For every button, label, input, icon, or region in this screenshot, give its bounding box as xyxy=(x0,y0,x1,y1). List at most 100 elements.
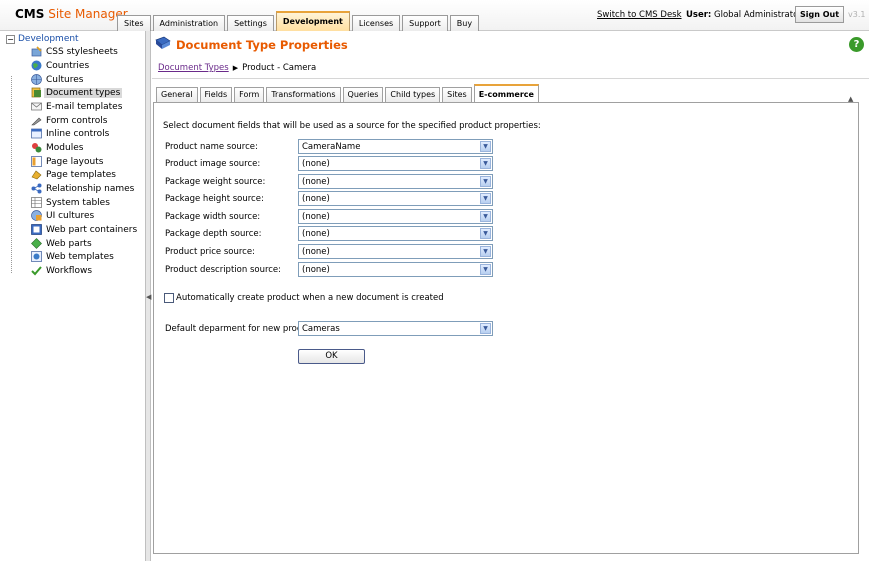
tree-item-label: CSS stylesheets xyxy=(46,46,118,57)
breadcrumb: Document Types ▶ Product - Camera xyxy=(158,63,316,73)
auto-create-label[interactable]: Automatically create product when a new … xyxy=(176,293,444,303)
ok-button[interactable]: OK xyxy=(298,349,365,364)
tab-general[interactable]: General xyxy=(156,87,198,102)
app-logo: CMS Site Manager xyxy=(15,7,128,21)
help-icon[interactable]: ? xyxy=(849,37,864,52)
product-price-source-select[interactable]: (none) ▼ xyxy=(298,244,493,259)
product-name-source-select[interactable]: CameraName ▼ xyxy=(298,139,493,154)
tree-item-label: Page templates xyxy=(46,169,116,180)
field-row-default-department: Default deparment for new product: Camer… xyxy=(165,321,505,337)
chevron-down-icon[interactable]: ▼ xyxy=(480,246,491,257)
tab-administration[interactable]: Administration xyxy=(152,15,226,31)
field-row-package-height: Package height source: (none) ▼ xyxy=(165,191,505,207)
collapse-tree-icon[interactable]: ◀ xyxy=(146,293,151,301)
package-width-source-select[interactable]: (none) ▼ xyxy=(298,209,493,224)
field-label: Package weight source: xyxy=(165,177,266,187)
chevron-down-icon[interactable]: ▼ xyxy=(480,228,491,239)
workflow-icon xyxy=(31,265,42,276)
chevron-down-icon[interactable]: ▼ xyxy=(480,211,491,222)
field-label: Package depth source: xyxy=(165,229,262,239)
tree-item-modules[interactable]: Modules xyxy=(31,141,85,154)
page-title: Document Type Properties xyxy=(176,38,348,52)
chevron-down-icon[interactable]: ▼ xyxy=(480,323,491,334)
tab-child-types[interactable]: Child types xyxy=(385,87,441,102)
tree-item-cultures[interactable]: Cultures xyxy=(31,73,85,86)
tab-sites[interactable]: Sites xyxy=(117,15,151,31)
module-icon xyxy=(31,142,42,153)
breadcrumb-arrow-icon: ▶ xyxy=(232,64,239,72)
tree-item-countries[interactable]: Countries xyxy=(31,59,91,72)
package-height-source-select[interactable]: (none) ▼ xyxy=(298,191,493,206)
tree-item-inline-controls[interactable]: Inline controls xyxy=(31,127,111,140)
chevron-down-icon[interactable]: ▼ xyxy=(480,141,491,152)
tree-item-web-templates[interactable]: Web templates xyxy=(31,250,116,263)
tree-item-web-parts[interactable]: Web parts xyxy=(31,237,94,250)
tab-transformations[interactable]: Transformations xyxy=(266,87,341,102)
tab-sites[interactable]: Sites xyxy=(442,87,472,102)
tree-item-label: Modules xyxy=(46,142,84,153)
tree-item-css-stylesheets[interactable]: CSS stylesheets xyxy=(31,45,120,58)
main-tabs: Sites Administration Settings Developmen… xyxy=(117,11,481,31)
field-label: Package width source: xyxy=(165,212,261,222)
tree-item-email-templates[interactable]: E-mail templates xyxy=(31,100,124,113)
tab-support[interactable]: Support xyxy=(402,15,448,31)
chevron-down-icon[interactable]: ▼ xyxy=(480,158,491,169)
field-label: Default deparment for new product: xyxy=(165,324,319,334)
tree-item-label: Web parts xyxy=(46,238,92,249)
tab-fields[interactable]: Fields xyxy=(199,87,233,102)
package-depth-source-select[interactable]: (none) ▼ xyxy=(298,226,493,241)
document-type-icon xyxy=(31,87,42,98)
chevron-down-icon[interactable]: ▼ xyxy=(480,193,491,204)
email-icon xyxy=(31,101,42,112)
product-image-source-select[interactable]: (none) ▼ xyxy=(298,156,493,171)
tree-connector-line xyxy=(11,76,12,273)
tab-e-commerce[interactable]: E-commerce xyxy=(473,84,539,102)
tree-item-label: UI cultures xyxy=(46,210,95,221)
inline-control-icon xyxy=(31,128,42,139)
tree-item-relationship-names[interactable]: Relationship names xyxy=(31,182,136,195)
tree-item-workflows[interactable]: Workflows xyxy=(31,264,94,277)
tree-item-page-templates[interactable]: Page templates xyxy=(31,168,118,181)
chevron-down-icon[interactable]: ▼ xyxy=(480,264,491,275)
select-value: (none) xyxy=(302,159,330,169)
tree-item-document-types[interactable]: Document types xyxy=(31,86,123,99)
select-value: (none) xyxy=(302,229,330,239)
version-label: v3.1 xyxy=(848,10,866,19)
tree-item-label: E-mail templates xyxy=(46,101,123,112)
breadcrumb-link-document-types[interactable]: Document Types xyxy=(158,63,229,73)
template-icon xyxy=(31,169,42,180)
tree-item-label: Form controls xyxy=(46,115,108,126)
select-value: (none) xyxy=(302,212,330,222)
tab-form[interactable]: Form xyxy=(234,87,265,102)
title-bar: Document Type Properties ? xyxy=(152,31,869,57)
field-label: Package height source: xyxy=(165,194,264,204)
tab-settings[interactable]: Settings xyxy=(227,15,274,31)
tree-item-ui-cultures[interactable]: UI cultures xyxy=(31,209,96,222)
tree-root-label[interactable]: Development xyxy=(18,34,79,44)
field-label: Product description source: xyxy=(165,265,282,275)
tab-queries[interactable]: Queries xyxy=(342,87,384,102)
tree-item-system-tables[interactable]: System tables xyxy=(31,196,112,209)
tree-item-label: Countries xyxy=(46,60,90,71)
culture-icon xyxy=(31,74,42,85)
auto-create-checkbox[interactable] xyxy=(164,293,174,303)
tree-item-form-controls[interactable]: Form controls xyxy=(31,114,109,127)
user-info: User: Global Administrator xyxy=(686,10,802,20)
select-value: CameraName xyxy=(302,142,361,152)
tab-development[interactable]: Development xyxy=(275,11,350,31)
tab-buy[interactable]: Buy xyxy=(449,15,480,31)
chevron-down-icon[interactable]: ▼ xyxy=(480,176,491,187)
tree-item-web-part-containers[interactable]: Web part containers xyxy=(31,223,139,236)
user-label: User: xyxy=(686,10,712,20)
product-description-source-select[interactable]: (none) ▼ xyxy=(298,262,493,277)
switch-to-cms-desk-link[interactable]: Switch to CMS Desk xyxy=(597,10,682,20)
default-department-select[interactable]: Cameras ▼ xyxy=(298,321,493,336)
collapse-icon[interactable]: − xyxy=(6,34,15,44)
sign-out-button[interactable]: Sign Out xyxy=(795,6,844,23)
tree-root-development[interactable]: − Development xyxy=(6,34,79,44)
tab-licenses[interactable]: Licenses xyxy=(351,15,401,31)
intro-text: Select document fields that will be used… xyxy=(163,121,541,131)
tree-item-page-layouts[interactable]: Page layouts xyxy=(31,155,105,168)
package-weight-source-select[interactable]: (none) ▼ xyxy=(298,174,493,189)
select-value: (none) xyxy=(302,265,330,275)
